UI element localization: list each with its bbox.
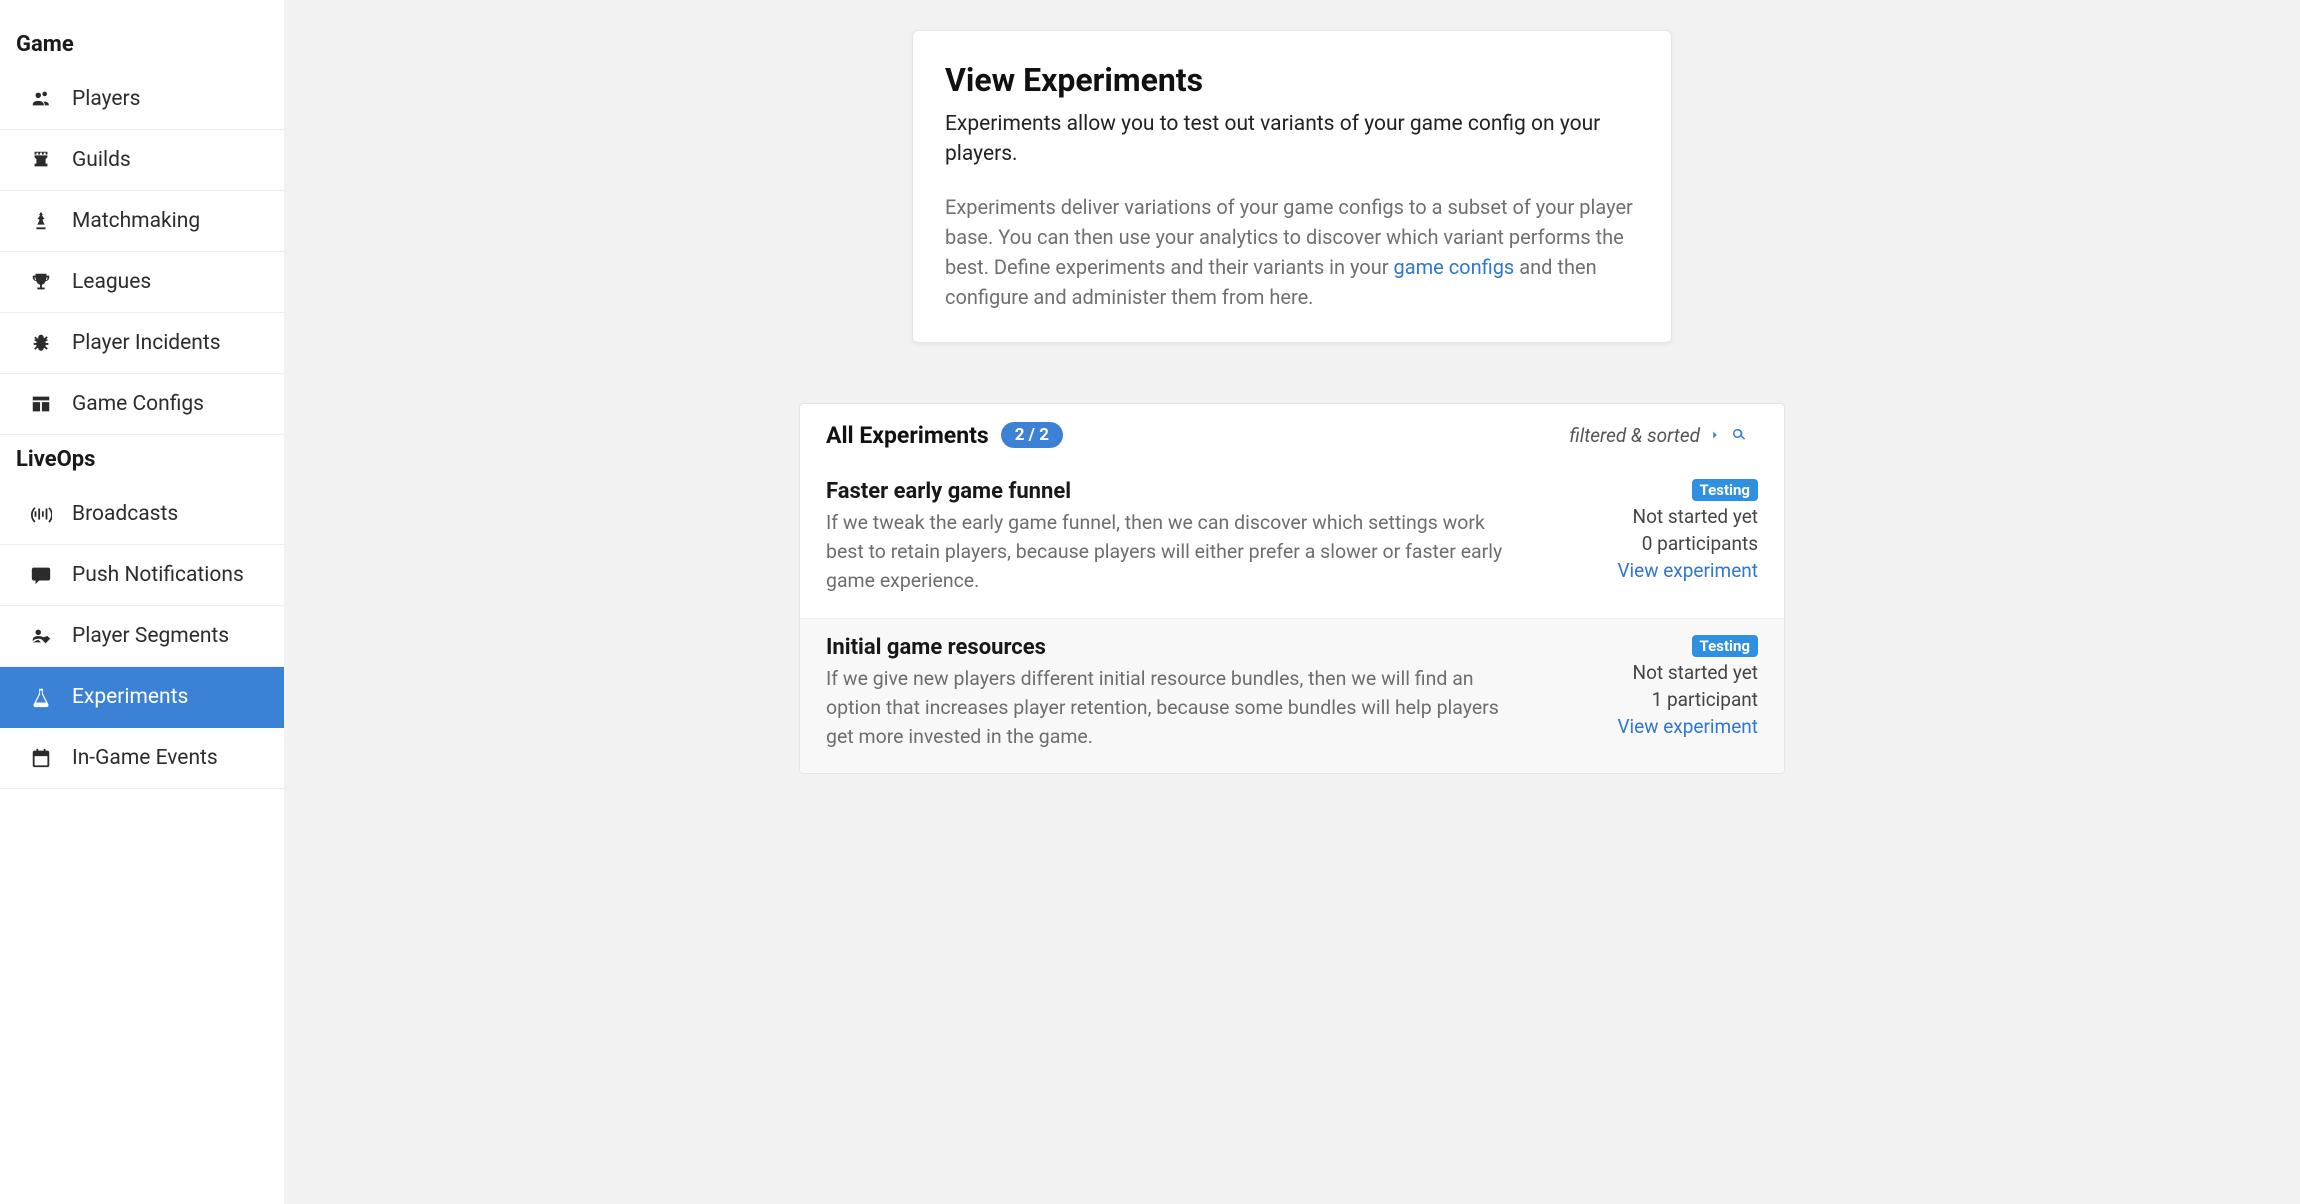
chevron-right-icon: [1708, 428, 1722, 442]
main-content: View Experiments Experiments allow you t…: [284, 0, 2300, 1204]
sidebar: Game Players Guilds Matchmaking Leagues Playe…: [0, 0, 284, 1204]
sidebar-item-guilds[interactable]: Guilds: [0, 130, 284, 191]
rook-icon: [28, 149, 54, 171]
experiment-started-status: Not started yet: [1633, 661, 1758, 684]
experiments-header: All Experiments 2 / 2 filtered & sorted: [800, 404, 1784, 463]
experiment-row: Initial game resources If we give new pla…: [800, 618, 1784, 774]
experiment-row: Faster early game funnel If we tweak the …: [800, 463, 1784, 618]
sidebar-item-label: Push Notifications: [72, 563, 244, 587]
bug-icon: [28, 332, 54, 354]
sidebar-item-push-notifications[interactable]: Push Notifications: [0, 545, 284, 606]
experiment-participants: 0 participants: [1642, 532, 1758, 555]
user-tag-icon: [28, 625, 54, 647]
experiments-title: All Experiments: [826, 422, 989, 449]
sidebar-item-label: Leagues: [72, 270, 151, 294]
sidebar-item-in-game-events[interactable]: In-Game Events: [0, 728, 284, 789]
sidebar-item-label: Player Segments: [72, 624, 229, 648]
experiment-participants: 1 participant: [1652, 688, 1758, 711]
filter-sort-label: filtered & sorted: [1570, 424, 1700, 447]
sidebar-item-experiments[interactable]: Experiments: [0, 667, 284, 728]
sidebar-item-label: Experiments: [72, 685, 188, 709]
experiment-started-status: Not started yet: [1633, 505, 1758, 528]
count-badge: 2 / 2: [1001, 422, 1063, 448]
experiment-title: Initial game resources: [826, 635, 1524, 660]
game-configs-link[interactable]: game configs: [1393, 255, 1514, 279]
experiment-description: If we tweak the early game funnel, then …: [826, 508, 1524, 596]
trophy-icon: [28, 271, 54, 293]
flask-icon: [28, 686, 54, 708]
sidebar-item-leagues[interactable]: Leagues: [0, 252, 284, 313]
status-badge: Testing: [1692, 635, 1758, 657]
sidebar-item-label: Matchmaking: [72, 209, 200, 233]
sidebar-item-label: Players: [72, 87, 141, 111]
page-description: Experiments deliver variations of your g…: [945, 192, 1639, 312]
page-subtitle: Experiments allow you to test out varian…: [945, 109, 1639, 170]
experiment-title: Faster early game funnel: [826, 479, 1524, 504]
sidebar-item-label: In-Game Events: [72, 746, 218, 770]
status-badge: Testing: [1692, 479, 1758, 501]
sidebar-item-label: Guilds: [72, 148, 131, 172]
experiments-list: Faster early game funnel If we tweak the …: [800, 463, 1784, 774]
sidebar-item-label: Player Incidents: [72, 331, 221, 355]
intro-card: View Experiments Experiments allow you t…: [912, 30, 1672, 343]
users-icon: [28, 88, 54, 110]
experiments-card: All Experiments 2 / 2 filtered & sorted …: [799, 403, 1785, 775]
filter-sort-control[interactable]: filtered & sorted: [1570, 424, 1748, 447]
sidebar-item-label: Game Configs: [72, 392, 204, 416]
search-icon: [1730, 426, 1748, 444]
sidebar-item-player-incidents[interactable]: Player Incidents: [0, 313, 284, 374]
chess-icon: [28, 210, 54, 232]
view-experiment-link[interactable]: View experiment: [1617, 559, 1758, 582]
view-experiment-link[interactable]: View experiment: [1617, 715, 1758, 738]
calendar-icon: [28, 747, 54, 769]
sidebar-item-broadcasts[interactable]: Broadcasts: [0, 484, 284, 545]
sidebar-item-matchmaking[interactable]: Matchmaking: [0, 191, 284, 252]
broadcast-icon: [28, 503, 54, 525]
sidebar-section-title: LiveOps: [0, 435, 284, 484]
sidebar-section-title: Game: [0, 20, 284, 69]
sidebar-item-player-segments[interactable]: Player Segments: [0, 606, 284, 667]
table-icon: [28, 393, 54, 415]
sidebar-item-players[interactable]: Players: [0, 69, 284, 130]
sidebar-item-label: Broadcasts: [72, 502, 178, 526]
sidebar-item-game-configs[interactable]: Game Configs: [0, 374, 284, 435]
page-title: View Experiments: [945, 61, 1639, 99]
experiment-description: If we give new players different initial…: [826, 664, 1524, 752]
message-icon: [28, 564, 54, 586]
